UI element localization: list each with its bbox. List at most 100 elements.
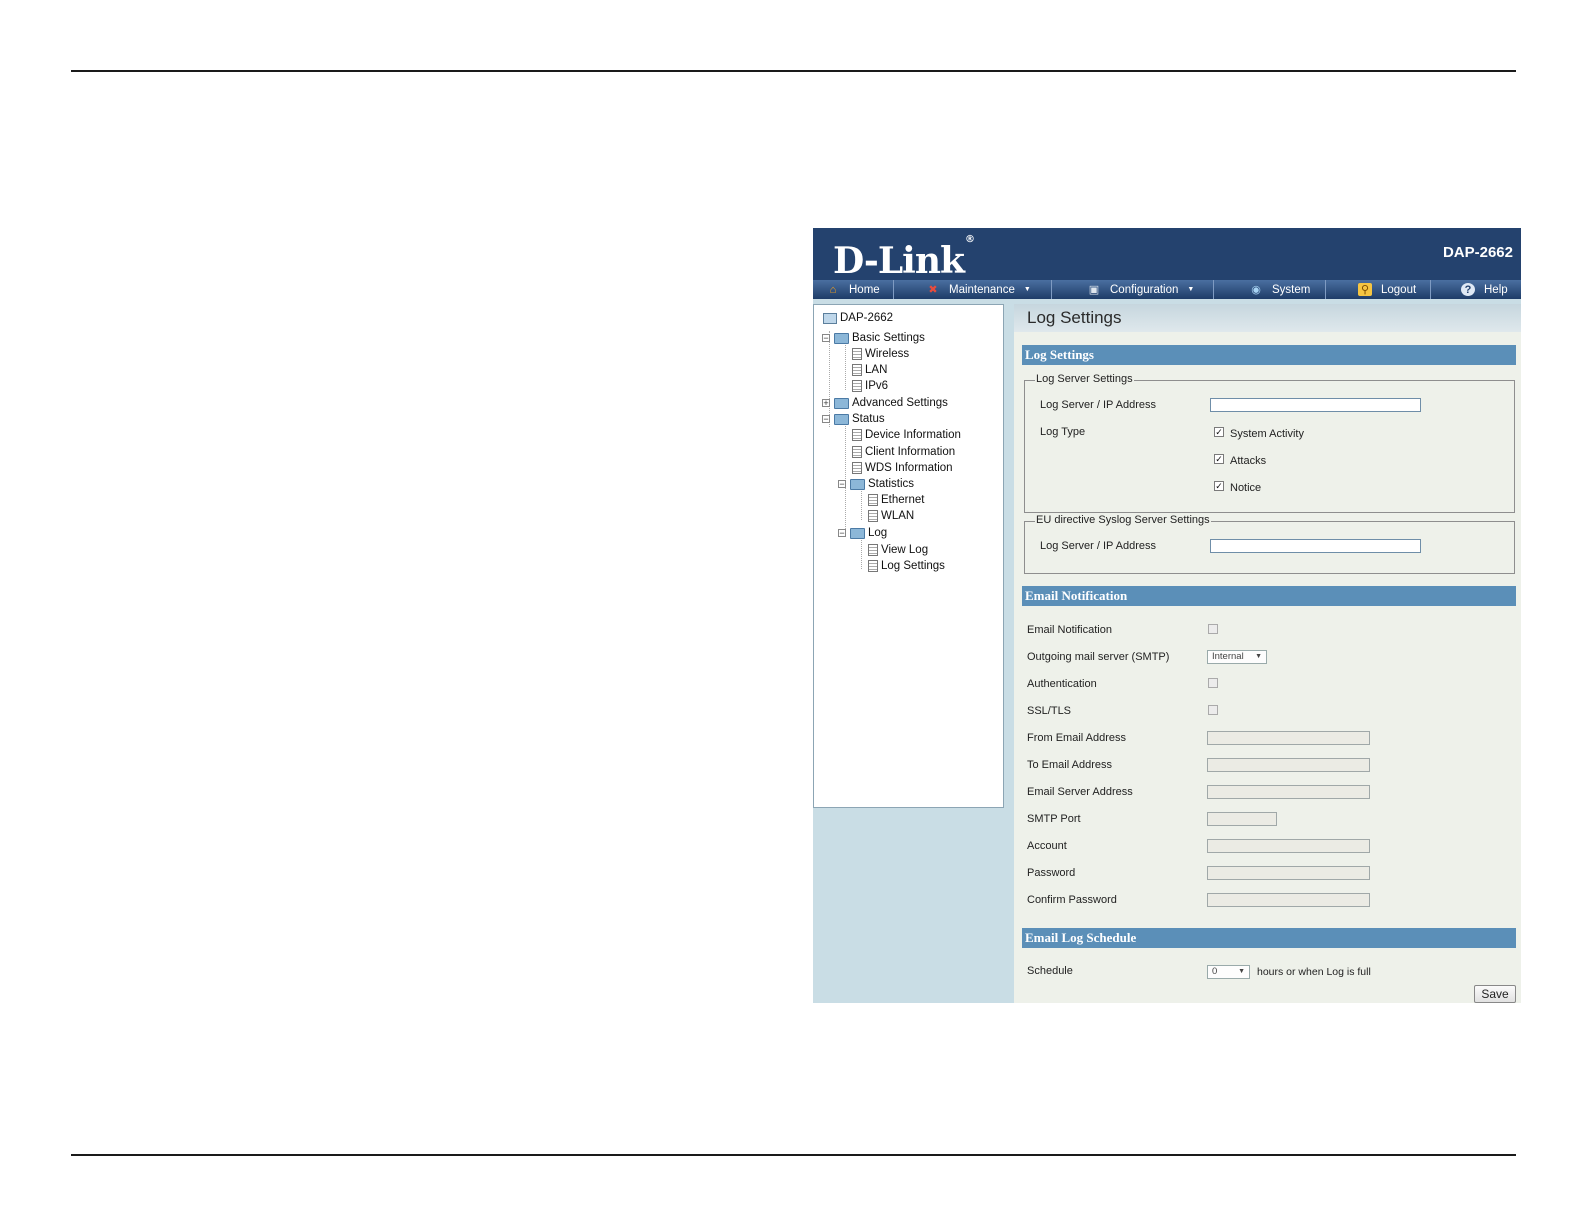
tree-label: Log Settings [881, 560, 945, 572]
tree-item-status[interactable]: Status [834, 411, 885, 427]
tree-item-view-log[interactable]: View Log [868, 542, 928, 558]
nav-logout[interactable]: ⚲ Logout [1326, 280, 1431, 299]
page-icon [852, 446, 862, 458]
tree-item-wireless[interactable]: Wireless [852, 346, 909, 362]
tree-item-wds-information[interactable]: WDS Information [852, 460, 953, 476]
page-icon [852, 429, 862, 441]
nav-home[interactable]: ⌂ Home [813, 280, 894, 299]
schedule-select-value: 0 [1212, 966, 1218, 977]
top-nav-bar: ⌂ Home ✖ Maintenance ▼ ▣ Configuration ▼… [813, 280, 1521, 299]
tree-item-client-information[interactable]: Client Information [852, 444, 955, 460]
model-name: DAP-2662 [1442, 244, 1513, 261]
account-label: Account [1027, 840, 1067, 852]
dlink-logo: D-Link® [833, 234, 975, 282]
tree-item-ipv6[interactable]: IPv6 [852, 378, 888, 394]
tree-item-lan[interactable]: LAN [852, 362, 887, 378]
tree-item-basic-settings[interactable]: Basic Settings [834, 330, 925, 346]
tree-label: IPv6 [865, 380, 889, 392]
tree-label: Ethernet [881, 494, 925, 506]
collapse-icon[interactable]: − [838, 480, 846, 489]
password-input[interactable] [1207, 866, 1370, 880]
page-icon [852, 364, 862, 376]
schedule-suffix: hours or when Log is full [1257, 966, 1371, 978]
tree-label: WDS Information [865, 462, 953, 474]
nav-configuration-label: Configuration [1110, 283, 1179, 296]
collapse-icon[interactable]: − [838, 529, 846, 538]
nav-help[interactable]: ? Help [1431, 280, 1521, 299]
email-notification-header: Email Notification [1022, 586, 1516, 606]
log-settings-header: Log Settings [1022, 345, 1516, 365]
log-server-input[interactable] [1210, 398, 1421, 412]
tree-item-ethernet[interactable]: Ethernet [868, 492, 924, 508]
email-server-label: Email Server Address [1027, 786, 1133, 798]
tree-item-log-settings[interactable]: Log Settings [868, 558, 945, 574]
dropdown-arrow-icon: ▼ [1255, 653, 1262, 660]
nav-system[interactable]: ◉ System [1214, 280, 1326, 299]
save-button[interactable]: Save [1474, 985, 1516, 1003]
authentication-label: Authentication [1027, 678, 1097, 690]
notice-checkbox[interactable]: ✓ [1214, 481, 1224, 491]
nav-configuration[interactable]: ▣ Configuration ▼ [1052, 280, 1214, 299]
eu-syslog-legend: EU directive Syslog Server Settings [1035, 514, 1211, 526]
tree-item-log[interactable]: Log [850, 525, 887, 541]
help-icon: ? [1461, 283, 1475, 296]
authentication-checkbox[interactable] [1208, 678, 1218, 688]
tree-label: Wireless [865, 348, 910, 360]
collapse-icon[interactable]: − [822, 334, 830, 343]
tree-label: View Log [881, 544, 929, 556]
app-window: D-Link® DAP-2662 ⌂ Home ✖ Maintenance ▼ … [813, 228, 1521, 1003]
email-notification-label: Email Notification [1027, 624, 1112, 636]
tree-label: WLAN [881, 510, 915, 522]
page-icon [868, 494, 878, 506]
to-email-label: To Email Address [1027, 759, 1112, 771]
tree-label: Advanced Settings [852, 397, 948, 409]
page-icon [852, 348, 862, 360]
tree-item-wlan[interactable]: WLAN [868, 508, 914, 524]
tree-item-statistics[interactable]: Statistics [850, 476, 914, 492]
system-activity-checkbox[interactable]: ✓ [1214, 427, 1224, 437]
page-icon [868, 544, 878, 556]
tools-icon: ✖ [928, 284, 938, 296]
dropdown-arrow-icon: ▼ [1238, 968, 1245, 975]
expand-icon[interactable]: + [822, 399, 830, 408]
smtp-select[interactable]: Internal ▼ [1207, 650, 1267, 664]
tree-label: DAP-2662 [840, 312, 894, 324]
log-type-label: Log Type [1040, 426, 1086, 438]
from-email-label: From Email Address [1027, 732, 1127, 744]
main-content: Log Settings Log Settings Log Server Set… [1014, 304, 1521, 1003]
to-email-input[interactable] [1207, 758, 1370, 772]
tree-item-advanced-settings[interactable]: Advanced Settings [834, 395, 948, 411]
tree-label: Log [868, 527, 888, 539]
collapse-icon[interactable]: − [822, 415, 830, 424]
smtp-port-input[interactable] [1207, 812, 1277, 826]
tree-connector [861, 488, 862, 520]
page-icon [852, 380, 862, 392]
account-input[interactable] [1207, 839, 1370, 853]
chevron-down-icon: ▼ [1023, 286, 1031, 293]
tree-item-device-information[interactable]: Device Information [852, 427, 961, 443]
tree-label: Device Information [865, 429, 961, 441]
notice-label: Notice [1230, 482, 1262, 494]
attacks-checkbox[interactable]: ✓ [1214, 454, 1224, 464]
schedule-select[interactable]: 0 ▼ [1207, 965, 1250, 979]
tree-label: LAN [865, 364, 888, 376]
tree-label: Client Information [865, 446, 956, 458]
nav-maintenance[interactable]: ✖ Maintenance ▼ [894, 280, 1052, 299]
tree-item-root[interactable]: DAP-2662 [823, 310, 893, 326]
confirm-password-input[interactable] [1207, 893, 1370, 907]
ssl-tls-checkbox[interactable] [1208, 705, 1218, 715]
eu-log-server-input[interactable] [1210, 539, 1421, 553]
globe-icon: ◉ [1251, 284, 1261, 296]
email-notification-checkbox[interactable] [1208, 624, 1218, 634]
nav-system-label: System [1272, 283, 1311, 296]
from-email-input[interactable] [1207, 731, 1370, 745]
tree-label: Basic Settings [852, 332, 925, 344]
page-title: Log Settings [1014, 304, 1521, 332]
log-server-fieldset: Log Server Settings Log Server / IP Addr… [1024, 373, 1515, 513]
password-label: Password [1027, 867, 1076, 879]
email-server-input[interactable] [1207, 785, 1370, 799]
nav-help-label: Help [1484, 283, 1508, 296]
email-log-schedule-header: Email Log Schedule [1022, 928, 1516, 948]
page-icon [868, 560, 878, 572]
tree-connector [829, 331, 830, 427]
